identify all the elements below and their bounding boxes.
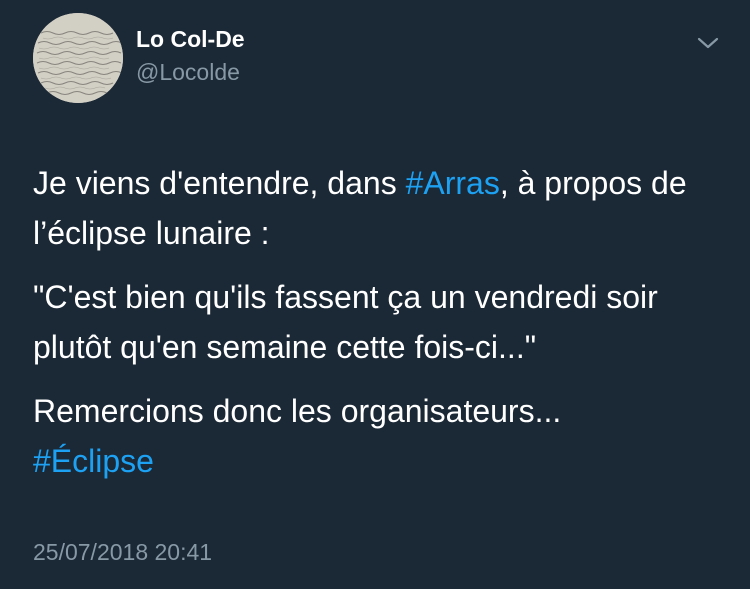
tweet-paragraph-quote: "C'est bien qu'ils fassent ça un vendred… (33, 279, 658, 365)
user-handle[interactable]: @Locolde (136, 59, 240, 86)
hashtag-eclipse[interactable]: #Éclipse (33, 443, 154, 479)
avatar[interactable] (33, 13, 123, 103)
intro-text-start: Je viens d'entendre, dans (33, 165, 406, 201)
chevron-down-icon[interactable] (695, 30, 721, 56)
hashtag-arras[interactable]: #Arras (406, 165, 500, 201)
tweet-text: Je viens d'entendre, dans #Arras, à prop… (33, 158, 723, 500)
display-name[interactable]: Lo Col-De (136, 26, 245, 53)
handwritten-letter-avatar-icon (33, 13, 123, 103)
tweet-card: Lo Col-De @Locolde Je viens d'entendre, … (0, 0, 750, 589)
tweet-paragraph-intro: Je viens d'entendre, dans #Arras, à prop… (33, 158, 723, 258)
tweet-paragraph-closing: Remercions donc les organisateurs... #Écl… (33, 386, 723, 486)
closing-text: Remercions donc les organisateurs... (33, 393, 562, 429)
tweet-timestamp[interactable]: 25/07/2018 20:41 (33, 539, 212, 566)
